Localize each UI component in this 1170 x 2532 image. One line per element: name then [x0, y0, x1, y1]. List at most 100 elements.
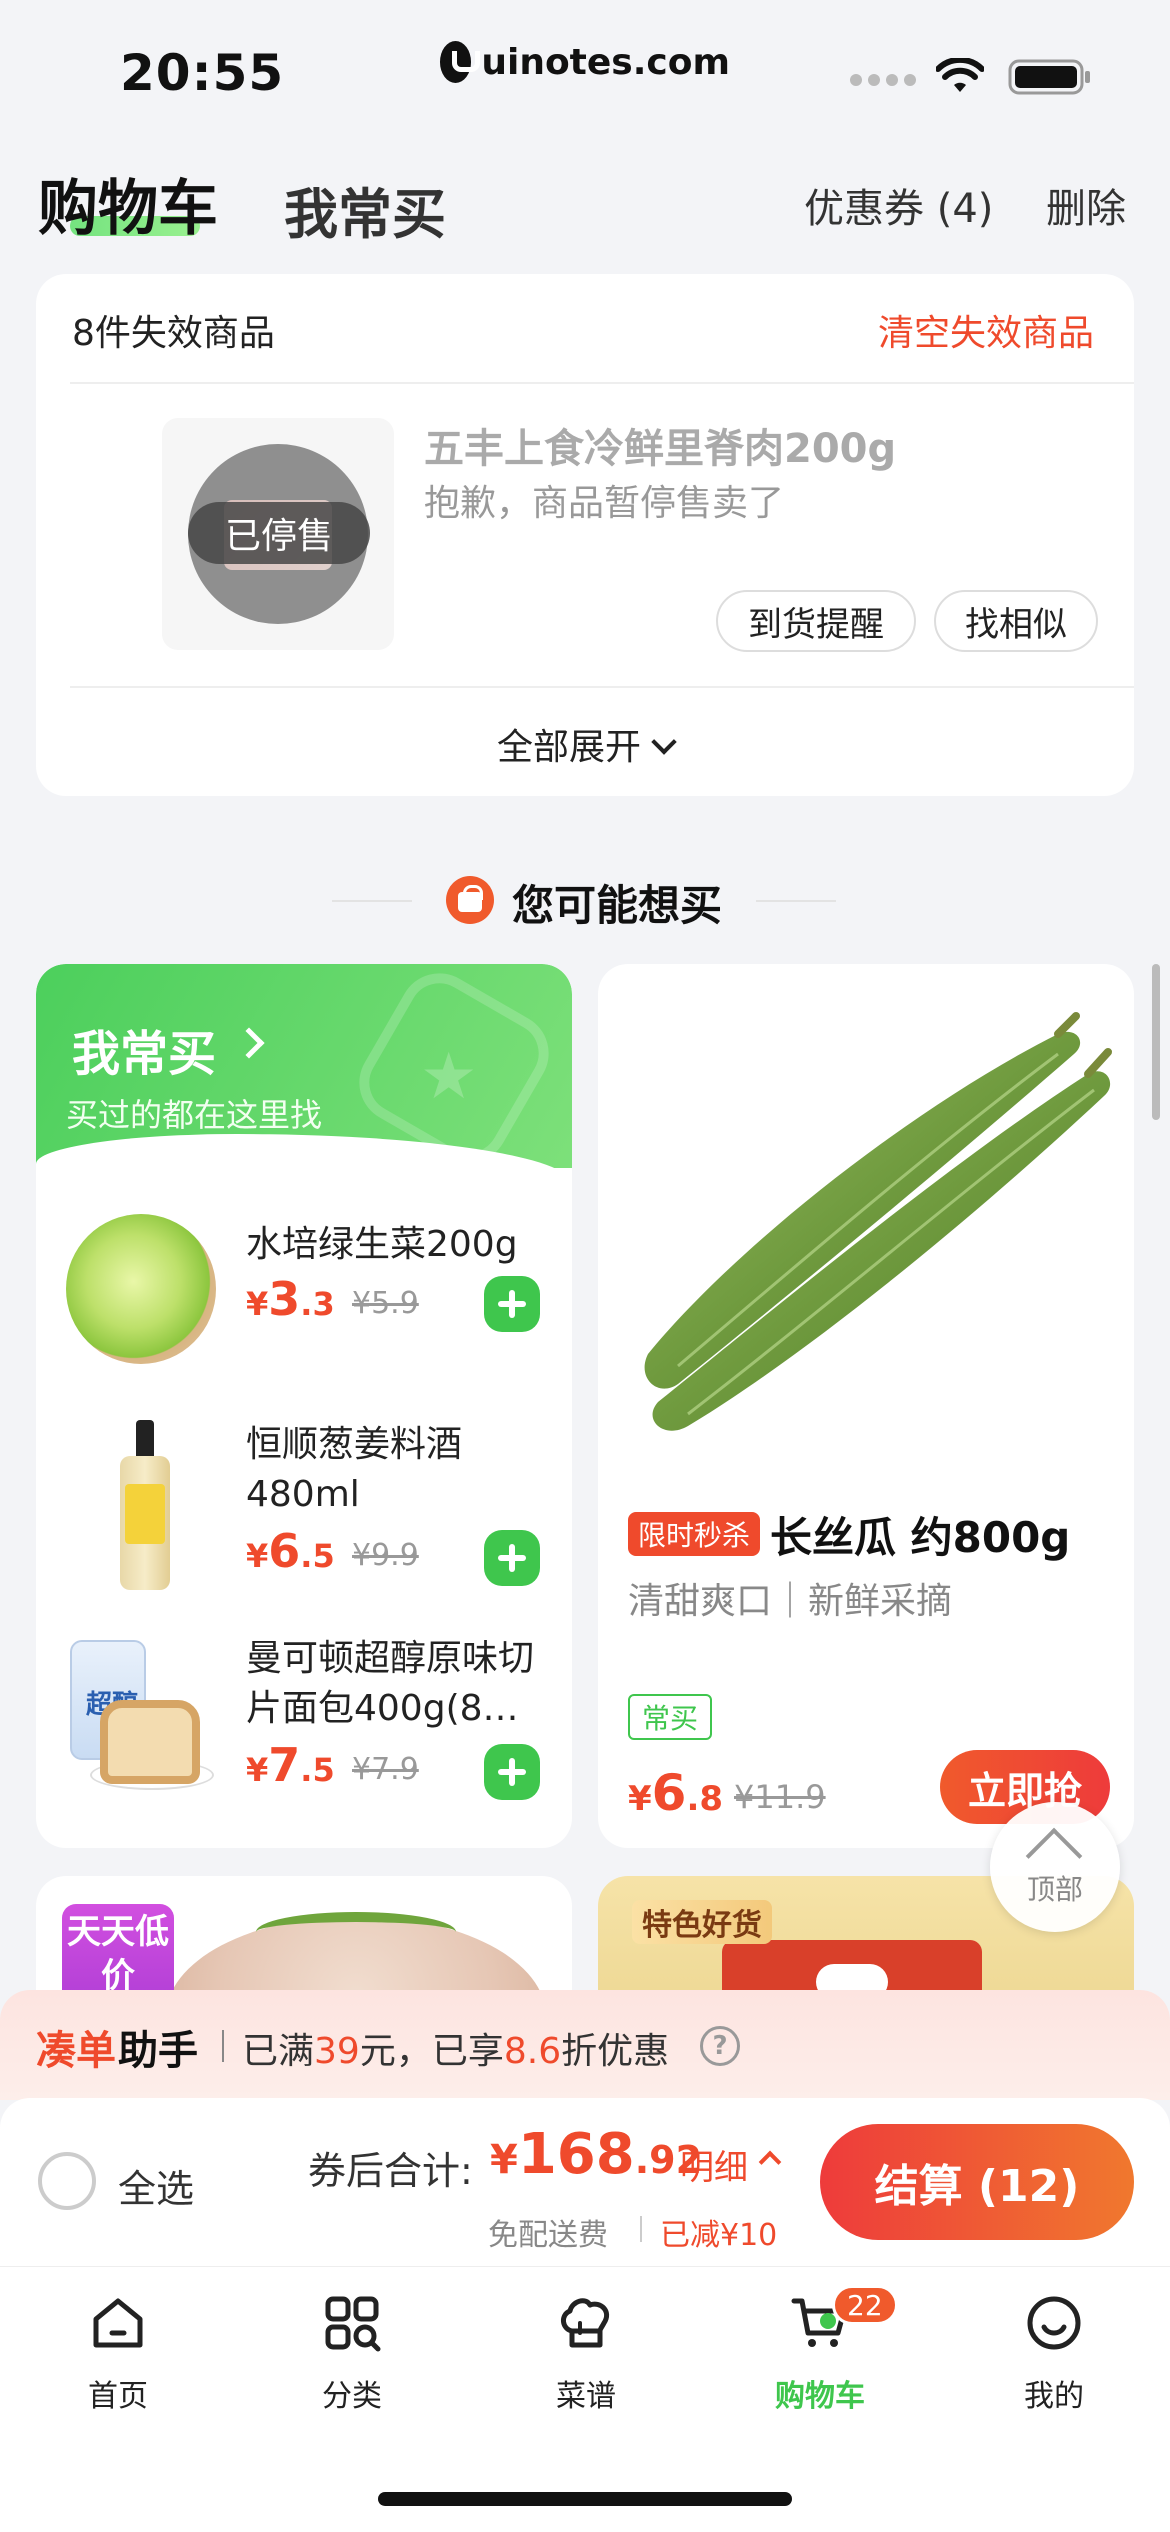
tab-profile[interactable]: 我的 [964, 2293, 1144, 2414]
scrollbar[interactable] [1152, 964, 1160, 1120]
chevron-up-icon[interactable] [758, 2150, 782, 2174]
recipe-chef-hat-icon [561, 2298, 610, 2348]
total-price: ¥168.92 [490, 2122, 703, 2187]
list-item[interactable]: 水培绿生菜200g ¥3.3 ¥5.9 [36, 1214, 572, 1394]
discount-amount-label: 已减¥10 [660, 2218, 778, 2253]
find-similar-button[interactable]: 找相似 [934, 590, 1098, 652]
battery-icon [1008, 59, 1090, 95]
tab-recipe[interactable]: 菜谱 [496, 2293, 676, 2414]
helper-title: 助手 [118, 2028, 198, 2074]
tab-category[interactable]: 分类 [262, 2293, 442, 2414]
total-label: 券后合计: [308, 2149, 473, 2193]
cooking-wine-image [120, 1420, 170, 1590]
back-to-top-button[interactable]: 顶部 [990, 1802, 1120, 1932]
helper-text: 已满39元，已享8.6折优惠 [242, 2031, 670, 2072]
tab-label: 菜谱 [556, 2379, 616, 2414]
expand-all-button[interactable]: 全部展开 [36, 718, 1134, 770]
url-text: uinotes.com [481, 41, 730, 83]
back-to-top-label: 顶部 [1026, 1873, 1083, 1906]
chevron-down-icon [651, 729, 677, 755]
frequent-card-title: 我常买 [72, 1026, 217, 1082]
status-badge: 已停售 [188, 502, 370, 564]
checkout-button[interactable]: 结算 (12) [820, 2124, 1134, 2240]
promo-product-name: 长丝瓜 约800g [770, 1513, 1071, 1562]
item-price: ¥3.3 [246, 1272, 335, 1326]
item-name: 恒顺葱姜料酒480ml [246, 1424, 463, 1515]
luffa-image [644, 1012, 1112, 1431]
restock-notify-button[interactable]: 到货提醒 [716, 590, 916, 652]
item-original-price: ¥7.9 [352, 1752, 419, 1787]
invalid-product-title[interactable]: 五丰上食冷鲜里脊肉200g [424, 416, 896, 474]
list-item[interactable]: 恒顺葱姜料酒480ml ¥6.5 ¥9.9 [36, 1420, 572, 1620]
home-icon [93, 2298, 143, 2348]
helper-title-highlight: 凑单 [36, 2028, 116, 2074]
tab-label: 购物车 [775, 2379, 865, 2414]
tab-home[interactable]: 首页 [28, 2293, 208, 2414]
frequent-card-subtitle: 买过的都在这里找 [66, 1096, 323, 1134]
cellular-signal-icon [850, 74, 916, 86]
invalid-product-note: 抱歉，商品暂停售卖了 [424, 483, 785, 524]
status-bar: 20:55 uinotes.com [0, 0, 1170, 150]
tab-frequent[interactable]: 我常买 [284, 170, 446, 249]
promo-original-price: ¥11.9 [734, 1778, 826, 1816]
tab-cart[interactable]: 购物车 [38, 160, 218, 247]
item-price: ¥7.5 [246, 1738, 335, 1792]
select-all-checkbox[interactable] [38, 2152, 96, 2210]
invalid-items-card: 8件失效商品 清空失效商品 已停售 五丰上食冷鲜里脊肉200g 抱歉，商品暂停售… [36, 274, 1134, 796]
price-detail-link[interactable]: 明细 [680, 2140, 748, 2189]
divider [756, 900, 836, 902]
recommend-header: 您可能想买 [0, 860, 1170, 940]
expand-all-label: 全部展开 [496, 727, 641, 768]
tab-label: 我的 [1024, 2379, 1084, 2414]
promo-price: ¥6.8 [628, 1764, 724, 1822]
item-original-price: ¥9.9 [352, 1538, 419, 1573]
recommend-title: 您可能想买 [512, 881, 723, 930]
clear-invalid-button[interactable]: 清空失效商品 [878, 304, 1094, 356]
coupon-link[interactable]: 优惠券 (4) [804, 176, 993, 234]
divider [640, 2216, 642, 2242]
promo-product-desc: 清甜爽口｜新鲜采摘 [628, 1581, 953, 1622]
divider [332, 900, 412, 902]
add-to-cart-button[interactable] [484, 1276, 540, 1332]
home-indicator[interactable] [378, 2492, 792, 2506]
chevron-right-icon [233, 1027, 265, 1059]
frequent-buy-card: ★ 我常买 买过的都在这里找 水培绿生菜200g ¥3.3 ¥5.9 恒顺葱姜料… [36, 964, 572, 1848]
url-pill[interactable]: uinotes.com [440, 28, 730, 96]
item-name: 水培绿生菜200g [246, 1224, 518, 1265]
daily-low-price-badge: 天天低价 [62, 1904, 174, 2004]
lettuce-image [66, 1214, 216, 1364]
free-shipping-label: 免配送费 [488, 2218, 608, 2253]
checkout-bar: 全选 券后合计: ¥168.92 明细 免配送费 已减¥10 结算 (12) [0, 2098, 1170, 2266]
invalid-count-label: 8件失效商品 [72, 313, 275, 354]
divider [222, 2030, 224, 2062]
status-time: 20:55 [120, 44, 285, 102]
star-icon: ★ [420, 1040, 478, 1114]
tab-label: 分类 [322, 2379, 382, 2414]
cart-header: 购物车 我常买 优惠券 (4) 删除 [0, 150, 1170, 270]
item-name: 曼可顿超醇原味切片面包400g(8… [246, 1638, 535, 1729]
promo-product-card[interactable]: 限时秒杀 长丝瓜 约800g 清甜爽口｜新鲜采摘 常买 ¥6.8 ¥11.9 立… [598, 964, 1134, 1848]
vegetable-image [256, 1912, 456, 1952]
divider [70, 686, 1134, 688]
add-to-cart-button[interactable] [484, 1530, 540, 1586]
tab-label: 首页 [88, 2379, 148, 2414]
profile-icon [1027, 2296, 1081, 2350]
add-to-cart-button[interactable] [484, 1744, 540, 1800]
flash-sale-badge: 限时秒杀 [628, 1512, 761, 1556]
divider [70, 382, 1134, 384]
item-original-price: ¥5.9 [352, 1286, 419, 1321]
frequent-tag: 常买 [628, 1694, 713, 1740]
shopping-bag-icon [446, 876, 494, 924]
order-helper-bar[interactable]: 凑单 助手 已满39元，已享8.6折优惠 ? [0, 1990, 1170, 2100]
delete-link[interactable]: 删除 [1046, 176, 1126, 234]
category-icon [325, 2296, 381, 2352]
cart-count-badge: 22 [832, 2285, 898, 2325]
list-item[interactable]: 超醇 曼可顿超醇原味切片面包400g(8… ¥7.5 ¥7.9 [36, 1634, 572, 1834]
site-logo-icon [440, 41, 481, 83]
special-goods-badge: 特色好货 [632, 1900, 772, 1944]
select-all-label[interactable]: 全选 [118, 2158, 194, 2213]
bread-image: 超醇 [66, 1636, 216, 1796]
help-icon[interactable]: ? [700, 2026, 740, 2066]
wifi-icon [936, 58, 984, 92]
item-price: ¥6.5 [246, 1524, 335, 1578]
